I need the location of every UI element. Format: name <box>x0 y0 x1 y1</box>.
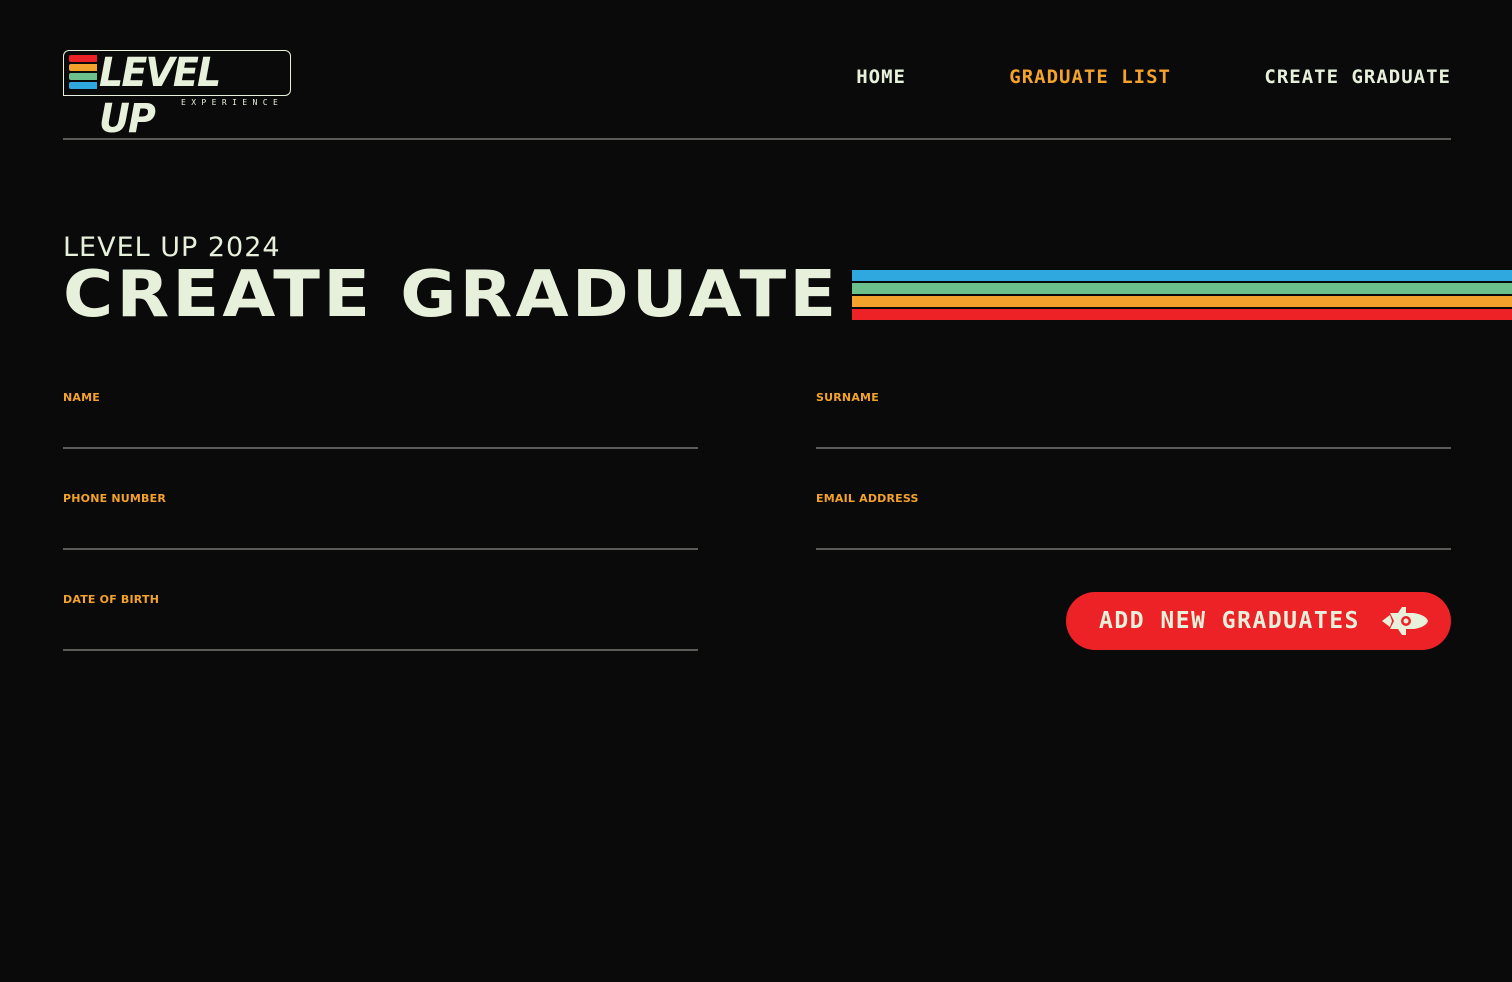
email-label: EMAIL ADDRESS <box>816 492 919 505</box>
surname-input[interactable] <box>816 415 1451 449</box>
logo-stripes <box>69 55 97 91</box>
surname-field-group: SURNAME <box>816 391 1451 449</box>
dob-field-group: DATE OF BIRTH <box>63 593 698 651</box>
phone-label: PHONE NUMBER <box>63 492 167 505</box>
site-header: LEVEL UP EXPERIENCE HOME GRADUATE LIST C… <box>63 50 1451 142</box>
name-label: NAME <box>63 391 100 404</box>
rocket-icon <box>1378 605 1430 637</box>
nav-graduate-list[interactable]: GRADUATE LIST <box>1009 66 1171 88</box>
nav-home[interactable]: HOME <box>856 66 906 88</box>
logo-text: LEVEL UP <box>99 50 221 142</box>
dob-label: DATE OF BIRTH <box>63 593 160 606</box>
add-new-graduates-label: ADD NEW GRADUATES <box>1099 608 1360 634</box>
dob-input[interactable] <box>63 617 698 651</box>
email-field-group: EMAIL ADDRESS <box>816 492 1451 550</box>
page-title: CREATE GRADUATE <box>63 258 840 332</box>
level-up-logo[interactable]: LEVEL UP EXPERIENCE <box>63 50 293 142</box>
email-input[interactable] <box>816 516 1451 550</box>
name-input[interactable] <box>63 415 698 449</box>
phone-input[interactable] <box>63 516 698 550</box>
add-new-graduates-button[interactable]: ADD NEW GRADUATES <box>1066 592 1451 650</box>
surname-label: SURNAME <box>816 391 879 404</box>
rainbow-stripes <box>852 270 1512 322</box>
name-field-group: NAME <box>63 391 698 449</box>
logo-subtext: EXPERIENCE <box>181 98 284 107</box>
phone-field-group: PHONE NUMBER <box>63 492 698 550</box>
header-divider <box>63 138 1451 140</box>
nav-create-graduate[interactable]: CREATE GRADUATE <box>1264 66 1451 88</box>
